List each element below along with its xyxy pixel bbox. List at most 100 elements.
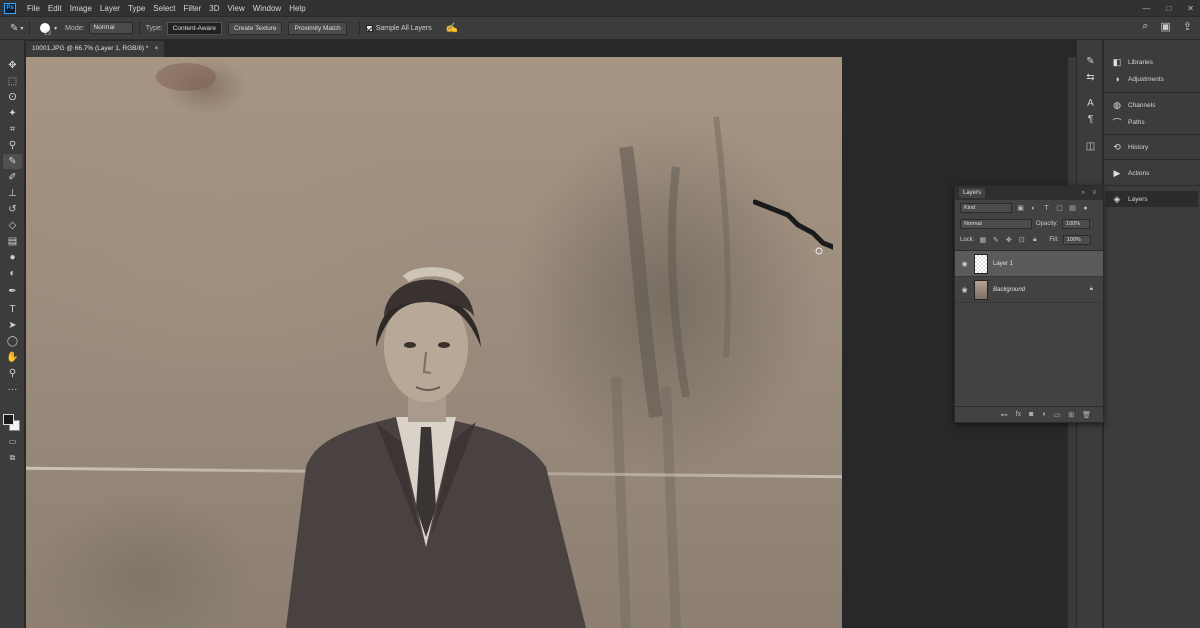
layer-style-icon[interactable]: fx xyxy=(1016,411,1021,418)
more-tools-icon[interactable]: ··· xyxy=(3,382,22,397)
eyedropper-icon[interactable]: ⚲ xyxy=(3,138,22,153)
sample-all-layers-checkbox[interactable] xyxy=(365,24,373,32)
new-layer-icon[interactable]: ⊞ xyxy=(1068,411,1074,419)
layer-row[interactable]: ◉ Layer 1 xyxy=(955,251,1103,277)
group-icon[interactable]: ▭ xyxy=(1054,411,1061,419)
eye-icon[interactable]: ◉ xyxy=(960,260,969,268)
brush-icon[interactable]: ✐ xyxy=(3,170,22,185)
layer-row[interactable]: ◉ Background 🔒︎ xyxy=(955,277,1103,303)
search-icon[interactable]: ⌕ xyxy=(1142,20,1148,33)
chevron-down-icon[interactable]: ▾ xyxy=(54,25,57,32)
lock-pixels-icon[interactable]: ✎ xyxy=(991,236,1000,244)
actions-icon: ▶ xyxy=(1113,167,1121,178)
menu-select[interactable]: Select xyxy=(149,4,179,13)
eye-icon[interactable]: ◉ xyxy=(960,286,969,294)
mode-select[interactable]: Normal xyxy=(88,22,133,34)
shape-icon[interactable]: ◯ xyxy=(3,334,22,349)
share-icon[interactable]: ⇪ xyxy=(1183,20,1192,33)
layers-tab[interactable]: Layers xyxy=(959,188,986,198)
maximize-button[interactable]: □ xyxy=(1166,4,1171,13)
character-icon[interactable]: A xyxy=(1083,98,1098,110)
opacity-input[interactable]: 100% xyxy=(1062,219,1091,229)
history-brush-icon[interactable]: ↺ xyxy=(3,202,22,217)
filter-type-icon[interactable]: T xyxy=(1042,205,1051,212)
menu-3d[interactable]: 3D xyxy=(205,4,223,13)
filter-pixel-icon[interactable]: ▣ xyxy=(1016,204,1025,212)
chevron-down-icon[interactable]: ▾ xyxy=(20,25,23,32)
menu-bar: Ps File Edit Image Layer Type Select Fil… xyxy=(0,0,1200,16)
zoom-icon[interactable]: ⚲ xyxy=(3,366,22,381)
filter-kind-select[interactable]: Kind xyxy=(960,203,1012,213)
hand-icon[interactable]: ✋ xyxy=(3,350,22,365)
clone-stamp-icon[interactable]: ⊥ xyxy=(3,186,22,201)
close-window-button[interactable]: ✕ xyxy=(1187,4,1194,13)
link-layers-icon[interactable]: ⊷ xyxy=(1001,411,1008,419)
layer-mask-icon[interactable]: ◙ xyxy=(1029,411,1033,418)
panel-menu-icon[interactable]: » ≡ xyxy=(1081,190,1099,196)
lock-artboard-icon[interactable]: ⊡ xyxy=(1017,236,1026,244)
panel-layers[interactable]: ◈ Layers xyxy=(1106,191,1198,207)
crop-icon[interactable]: ⌗ xyxy=(3,122,22,137)
magic-wand-icon[interactable]: ✦ xyxy=(3,106,22,121)
lock-transparent-icon[interactable]: ▦ xyxy=(978,236,987,244)
create-texture-button[interactable]: Create Texture xyxy=(227,21,283,35)
paragraph-icon[interactable]: ¶ xyxy=(1083,114,1098,126)
panel-adjustments[interactable]: ◑ Adjustments xyxy=(1106,71,1198,87)
blend-mode-select[interactable]: Normal xyxy=(960,219,1032,229)
adjustments-icon[interactable]: ⇆ xyxy=(1083,72,1098,84)
menu-edit[interactable]: Edit xyxy=(44,4,66,13)
lock-position-icon[interactable]: ✥ xyxy=(1004,236,1013,244)
menu-layer[interactable]: Layer xyxy=(96,4,124,13)
panel-paths[interactable]: ⌒ Paths xyxy=(1106,114,1198,130)
filter-adjustment-icon[interactable]: ◐ xyxy=(1029,205,1038,212)
panel-channels[interactable]: ◍ Channels xyxy=(1106,97,1198,113)
collapsed-panels: ◧ Libraries ◑ Adjustments ◍ Channels ⌒ P… xyxy=(1104,40,1200,628)
tool-preset-icon[interactable]: ✎ xyxy=(10,23,18,34)
proximity-match-button[interactable]: Proximity Match xyxy=(288,21,347,35)
panel-libraries[interactable]: ◧ Libraries xyxy=(1106,54,1198,70)
menu-window[interactable]: Window xyxy=(249,4,285,13)
panel-actions[interactable]: ▶ Actions xyxy=(1106,165,1198,181)
menu-file[interactable]: File xyxy=(23,4,44,13)
menu-view[interactable]: View xyxy=(224,4,249,13)
menu-type[interactable]: Type xyxy=(124,4,149,13)
type-icon[interactable]: T xyxy=(3,302,22,317)
adjustment-layer-icon[interactable]: ◑ xyxy=(1041,411,1045,418)
path-selection-icon[interactable]: ➤ xyxy=(3,318,22,333)
document-tab[interactable]: 10001.JPG @ 66.7% (Layer 1, RGB/8) * × xyxy=(26,41,165,57)
gradient-icon[interactable]: ▤ xyxy=(3,234,22,249)
pressure-size-icon[interactable]: ✍ xyxy=(446,23,458,34)
blur-icon[interactable]: ● xyxy=(3,250,22,265)
canvas-area[interactable] xyxy=(26,57,1076,628)
panel-label: Layers xyxy=(1128,195,1148,203)
photoshop-logo: Ps xyxy=(4,2,16,14)
screen-mode-icon[interactable]: ⧉ xyxy=(3,450,22,465)
panel-history[interactable]: ⟲ History xyxy=(1106,139,1198,155)
dodge-icon[interactable]: ◐ xyxy=(3,266,22,281)
content-aware-button[interactable]: Content-Aware xyxy=(166,21,222,35)
libraries-icon[interactable]: ✎ xyxy=(1083,56,1098,68)
filter-toggle-icon[interactable]: ● xyxy=(1081,205,1090,212)
move-icon[interactable]: ✥ xyxy=(3,58,22,73)
delete-layer-icon[interactable]: 🗑︎ xyxy=(1082,411,1091,419)
lasso-icon[interactable]: ʘ xyxy=(3,90,22,105)
options-right-controls: ⌕ ▣ ⇪ xyxy=(1142,20,1192,33)
properties-icon[interactable]: ◫ xyxy=(1083,141,1098,153)
marquee-icon[interactable]: ⬚ xyxy=(3,74,22,89)
filter-smart-object-icon[interactable]: ▤ xyxy=(1068,204,1077,212)
minimize-button[interactable]: — xyxy=(1142,4,1150,13)
lock-all-icon[interactable]: 🔒︎ xyxy=(1030,236,1039,244)
filter-shape-icon[interactable]: ▢ xyxy=(1055,204,1064,212)
menu-image[interactable]: Image xyxy=(66,4,96,13)
menu-filter[interactable]: Filter xyxy=(180,4,206,13)
workspace-icon[interactable]: ▣ xyxy=(1160,20,1170,33)
photo-image[interactable] xyxy=(26,57,842,628)
menu-help[interactable]: Help xyxy=(285,4,309,13)
fill-input[interactable]: 100% xyxy=(1062,235,1091,245)
foreground-color-swatch[interactable] xyxy=(3,414,14,425)
eraser-icon[interactable]: ◇ xyxy=(3,218,22,233)
pen-icon[interactable]: ✒ xyxy=(3,284,22,299)
close-tab-icon[interactable]: × xyxy=(154,41,158,57)
spot-healing-brush-icon[interactable]: ✎ xyxy=(3,154,22,169)
quick-mask-icon[interactable]: ▭ xyxy=(3,434,22,449)
